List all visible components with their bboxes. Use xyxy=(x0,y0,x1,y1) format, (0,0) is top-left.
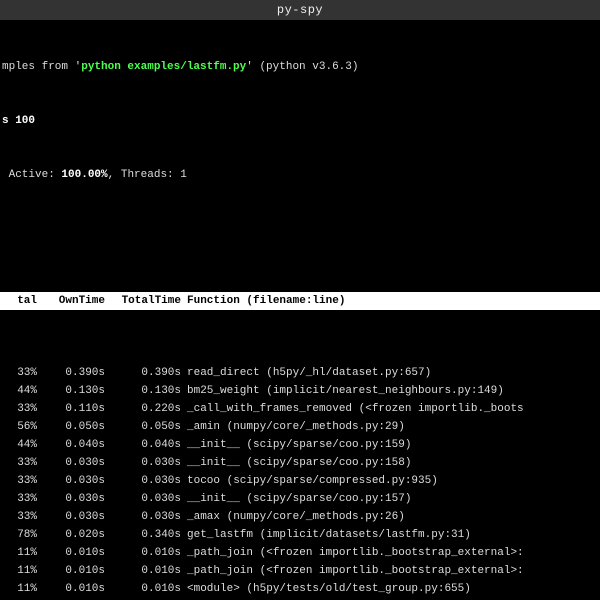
cell-totaltime: 0.130s xyxy=(111,382,187,400)
table-row: 78%0.020s0.340sget_lastfm (implicit/data… xyxy=(0,526,600,544)
cell-total: 33% xyxy=(2,400,43,418)
cell-totaltime: 0.010s xyxy=(111,562,187,580)
cell-total: 11% xyxy=(2,580,43,598)
run-line: mples from 'python examples/lastfm.py' (… xyxy=(0,58,600,76)
cell-totaltime: 0.220s xyxy=(111,400,187,418)
table-row: 11%0.010s0.010s_path_join (<frozen impor… xyxy=(0,562,600,580)
window-title: py-spy xyxy=(0,0,600,20)
table-row: 33%0.030s0.030s_amax (numpy/core/_method… xyxy=(0,508,600,526)
cell-totaltime: 0.030s xyxy=(111,472,187,490)
col-totaltime: TotalTime xyxy=(111,292,187,310)
status-prefix: Active: xyxy=(2,169,61,181)
cell-owntime: 0.030s xyxy=(43,490,111,508)
cell-owntime: 0.110s xyxy=(43,400,111,418)
cell-function: _amax (numpy/core/_methods.py:26) xyxy=(187,508,600,526)
cell-total: 11% xyxy=(2,544,43,562)
run-command: python examples/lastfm.py xyxy=(81,61,246,73)
col-owntime: OwnTime xyxy=(43,292,111,310)
col-total: tal xyxy=(2,292,43,310)
terminal-output: mples from 'python examples/lastfm.py' (… xyxy=(0,20,600,600)
samples-line: s 100 xyxy=(0,112,600,130)
cell-totaltime: 0.030s xyxy=(111,490,187,508)
cell-owntime: 0.020s xyxy=(43,526,111,544)
cell-function: __init__ (scipy/sparse/coo.py:157) xyxy=(187,490,600,508)
cell-total: 44% xyxy=(2,436,43,454)
cell-owntime: 0.130s xyxy=(43,382,111,400)
cell-total: 33% xyxy=(2,490,43,508)
cell-function: _path_join (<frozen importlib._bootstrap… xyxy=(187,544,600,562)
cell-total: 56% xyxy=(2,418,43,436)
table-header: tal OwnTime TotalTime Function (filename… xyxy=(0,292,600,310)
cell-totaltime: 0.010s xyxy=(111,580,187,598)
col-function: Function (filename:line) xyxy=(187,292,600,310)
cell-total: 33% xyxy=(2,508,43,526)
run-suffix: ' (python v3.6.3) xyxy=(246,61,358,73)
cell-function: __init__ (scipy/sparse/coo.py:159) xyxy=(187,436,600,454)
table-row: 44%0.040s0.040s__init__ (scipy/sparse/co… xyxy=(0,436,600,454)
cell-totaltime: 0.030s xyxy=(111,508,187,526)
cell-totaltime: 0.390s xyxy=(111,364,187,382)
cell-function: read_direct (h5py/_hl/dataset.py:657) xyxy=(187,364,600,382)
blank-line xyxy=(0,220,600,238)
cell-owntime: 0.010s xyxy=(43,562,111,580)
cell-owntime: 0.030s xyxy=(43,472,111,490)
cell-function: <module> (h5py/tests/old/test_group.py:6… xyxy=(187,580,600,598)
cell-owntime: 0.010s xyxy=(43,580,111,598)
cell-total: 33% xyxy=(2,472,43,490)
table-row: 44%0.130s0.130sbm25_weight (implicit/nea… xyxy=(0,382,600,400)
threads-count: , Threads: 1 xyxy=(108,169,187,181)
cell-owntime: 0.040s xyxy=(43,436,111,454)
cell-owntime: 0.030s xyxy=(43,454,111,472)
cell-function: _call_with_frames_removed (<frozen impor… xyxy=(187,400,600,418)
table-row: 33%0.030s0.030s__init__ (scipy/sparse/co… xyxy=(0,490,600,508)
cell-total: 11% xyxy=(2,562,43,580)
cell-owntime: 0.030s xyxy=(43,508,111,526)
status-line: Active: 100.00%, Threads: 1 xyxy=(0,166,600,184)
cell-function: bm25_weight (implicit/nearest_neighbours… xyxy=(187,382,600,400)
cell-totaltime: 0.030s xyxy=(111,454,187,472)
table-row: 11%0.010s0.010s<module> (h5py/tests/old/… xyxy=(0,580,600,598)
cell-total: 44% xyxy=(2,382,43,400)
cell-owntime: 0.010s xyxy=(43,544,111,562)
run-prefix: mples from ' xyxy=(2,61,81,73)
table-row: 11%0.010s0.010s_path_join (<frozen impor… xyxy=(0,544,600,562)
cell-totaltime: 0.050s xyxy=(111,418,187,436)
cell-total: 33% xyxy=(2,454,43,472)
cell-owntime: 0.390s xyxy=(43,364,111,382)
cell-totaltime: 0.010s xyxy=(111,544,187,562)
cell-totaltime: 0.340s xyxy=(111,526,187,544)
cell-total: 78% xyxy=(2,526,43,544)
table-body: 33%0.390s0.390sread_direct (h5py/_hl/dat… xyxy=(0,364,600,600)
table-row: 56%0.050s0.050s_amin (numpy/core/_method… xyxy=(0,418,600,436)
table-row: 33%0.030s0.030stocoo (scipy/sparse/compr… xyxy=(0,472,600,490)
cell-function: _amin (numpy/core/_methods.py:29) xyxy=(187,418,600,436)
cell-function: get_lastfm (implicit/datasets/lastfm.py:… xyxy=(187,526,600,544)
cell-totaltime: 0.040s xyxy=(111,436,187,454)
cell-function: tocoo (scipy/sparse/compressed.py:935) xyxy=(187,472,600,490)
cell-owntime: 0.050s xyxy=(43,418,111,436)
active-percent: 100.00% xyxy=(61,169,107,181)
cell-function: _path_join (<frozen importlib._bootstrap… xyxy=(187,562,600,580)
table-row: 33%0.390s0.390sread_direct (h5py/_hl/dat… xyxy=(0,364,600,382)
table-row: 33%0.110s0.220s_call_with_frames_removed… xyxy=(0,400,600,418)
table-row: 33%0.030s0.030s__init__ (scipy/sparse/co… xyxy=(0,454,600,472)
cell-total: 33% xyxy=(2,364,43,382)
cell-function: __init__ (scipy/sparse/coo.py:158) xyxy=(187,454,600,472)
